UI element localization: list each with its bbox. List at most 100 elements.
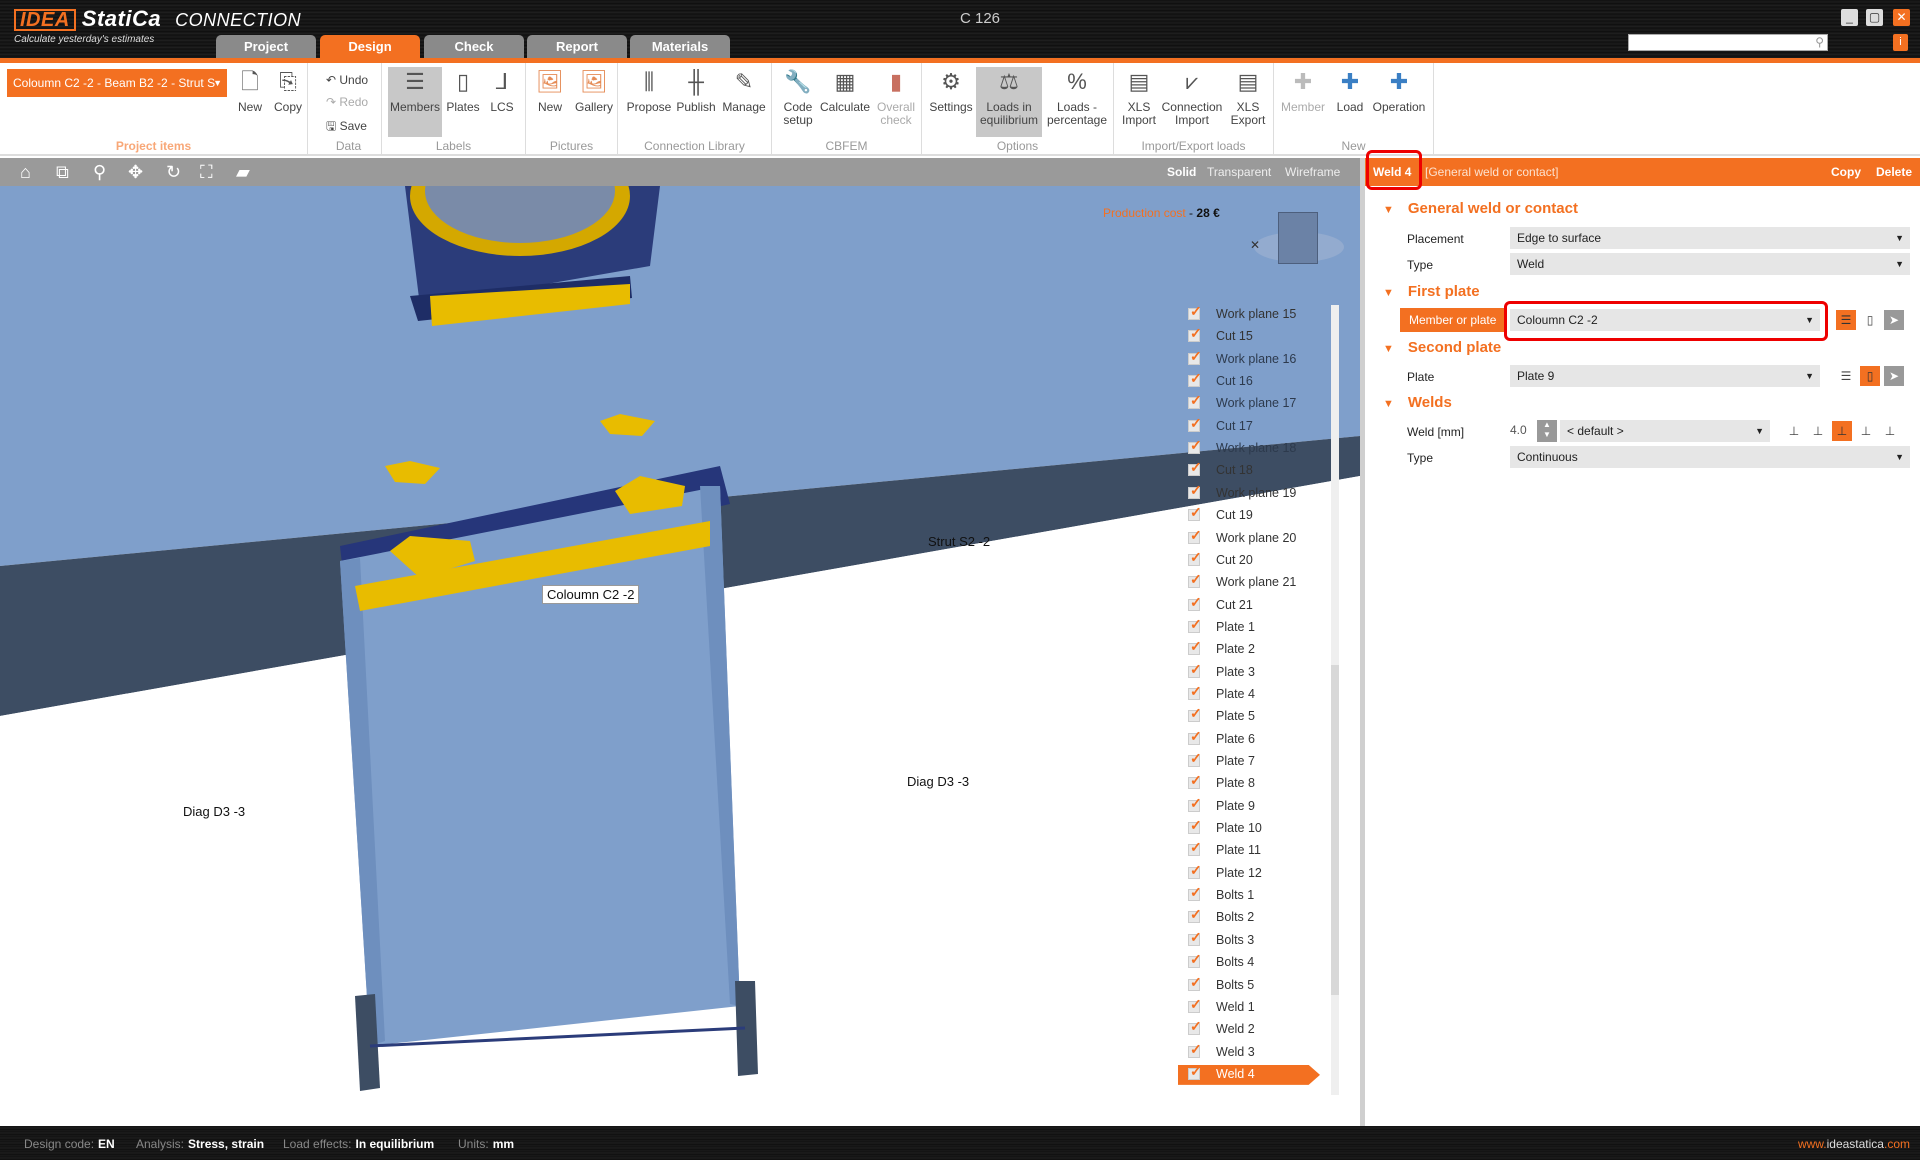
undo-button[interactable]: ↶ Undo bbox=[326, 73, 368, 87]
weld-side-4-button[interactable]: ⊥ bbox=[1880, 421, 1900, 441]
3d-viewport[interactable]: Coloumn C2 -2 Strut S2 -2 Diag D3 -3 Dia… bbox=[0, 186, 1360, 1126]
visibility-checkbox[interactable] bbox=[1188, 839, 1202, 857]
new-operation-button[interactable]: ✚ Operation bbox=[1370, 67, 1428, 114]
weld-type-select[interactable]: Continuous ▼ bbox=[1510, 446, 1910, 468]
type-select[interactable]: Weld ▼ bbox=[1510, 253, 1910, 275]
plate-pick-button[interactable]: ▯ bbox=[1860, 366, 1880, 386]
visibility-checkbox[interactable] bbox=[1188, 996, 1202, 1013]
delete-button[interactable]: Delete bbox=[1876, 165, 1912, 179]
zoom-window-icon[interactable]: ⧉ bbox=[56, 162, 69, 183]
connection-import-button[interactable]: ⩗ Connection Import bbox=[1160, 67, 1224, 127]
weld-size-stepper[interactable]: ▲ ▼ bbox=[1537, 420, 1557, 442]
label-diag-left[interactable]: Diag D3 -3 bbox=[183, 804, 245, 819]
visibility-checkbox[interactable] bbox=[1188, 683, 1202, 700]
tree-item[interactable]: Work plane 19 bbox=[1178, 482, 1328, 504]
calculate-button[interactable]: ▦ Calculate bbox=[818, 67, 872, 114]
navigation-cube[interactable]: ✕ bbox=[1250, 212, 1345, 272]
tree-scrollbar[interactable] bbox=[1331, 305, 1339, 1095]
visibility-checkbox[interactable] bbox=[1188, 728, 1202, 745]
tree-item[interactable]: Weld 2 bbox=[1178, 1018, 1328, 1040]
visibility-checkbox[interactable] bbox=[1188, 1065, 1202, 1080]
manage-button[interactable]: ✎ Manage bbox=[720, 67, 768, 114]
tab-materials[interactable]: Materials bbox=[630, 35, 730, 59]
tab-design[interactable]: Design bbox=[320, 35, 420, 59]
visibility-checkbox[interactable] bbox=[1188, 482, 1202, 499]
new-load-button[interactable]: ✚ Load bbox=[1332, 67, 1368, 114]
visibility-checkbox[interactable] bbox=[1188, 795, 1202, 812]
member-pick-button[interactable]: ☰ bbox=[1836, 310, 1856, 330]
xls-export-button[interactable]: ▤ XLS Export bbox=[1226, 67, 1270, 127]
members-button[interactable]: ☰ Members bbox=[388, 67, 442, 137]
weld-side-1-button[interactable]: ⊥ bbox=[1784, 421, 1804, 441]
redo-button[interactable]: ↷ Redo bbox=[326, 95, 368, 109]
weld-side-3-button[interactable]: ⊥ bbox=[1856, 421, 1876, 441]
settings-button[interactable]: ⚙ Settings bbox=[928, 67, 974, 114]
plate-pick-button[interactable]: ▯ bbox=[1860, 310, 1880, 330]
tree-item[interactable]: Plate 4 bbox=[1178, 683, 1328, 705]
tree-item[interactable]: Plate 8 bbox=[1178, 772, 1328, 794]
new-picture-button[interactable]: 🖼 New bbox=[532, 67, 568, 114]
label-diag-right[interactable]: Diag D3 -3 bbox=[907, 774, 969, 789]
tree-item[interactable]: Cut 18 bbox=[1178, 459, 1328, 481]
fit-icon[interactable]: ⛶ bbox=[200, 162, 213, 183]
tree-item[interactable]: Weld 1 bbox=[1178, 996, 1328, 1018]
maximize-button[interactable]: ▢ bbox=[1866, 9, 1883, 26]
overall-check-button[interactable]: ▮ Overall check bbox=[874, 67, 918, 127]
tree-item[interactable]: Work plane 18 bbox=[1178, 437, 1328, 459]
tree-item[interactable]: Work plane 17 bbox=[1178, 392, 1328, 414]
tree-item[interactable]: Plate 7 bbox=[1178, 750, 1328, 772]
copy-button[interactable]: Copy bbox=[1831, 165, 1861, 179]
tab-check[interactable]: Check bbox=[424, 35, 524, 59]
weld-both-sides-button[interactable]: ⊥ bbox=[1832, 421, 1852, 441]
visibility-checkbox[interactable] bbox=[1188, 817, 1202, 835]
weld-material-select[interactable]: < default > ▼ bbox=[1560, 420, 1770, 442]
visibility-checkbox[interactable] bbox=[1188, 638, 1202, 656]
copy-item-button[interactable]: ⎘ Copy bbox=[270, 67, 306, 114]
label-coloumn[interactable]: Coloumn C2 -2 bbox=[542, 585, 640, 604]
tree-item[interactable]: Plate 12 bbox=[1178, 862, 1328, 884]
visibility-checkbox[interactable] bbox=[1188, 951, 1202, 969]
close-button[interactable]: ✕ bbox=[1893, 9, 1910, 26]
visibility-checkbox[interactable] bbox=[1188, 862, 1202, 879]
visibility-checkbox[interactable] bbox=[1188, 974, 1202, 991]
visibility-checkbox[interactable] bbox=[1188, 392, 1202, 410]
member-pick-button[interactable]: ☰ bbox=[1836, 366, 1856, 386]
visibility-checkbox[interactable] bbox=[1188, 750, 1202, 767]
plates-button[interactable]: ▯ Plates bbox=[444, 67, 482, 114]
loads-percentage-button[interactable]: % Loads - percentage bbox=[1044, 67, 1110, 127]
lcs-button[interactable]: ⅃ LCS bbox=[484, 67, 520, 114]
visibility-checkbox[interactable] bbox=[1188, 303, 1202, 320]
tree-item[interactable]: Bolts 3 bbox=[1178, 929, 1328, 951]
view-mode-solid[interactable]: Solid bbox=[1167, 165, 1196, 179]
tree-item[interactable]: Plate 5 bbox=[1178, 705, 1328, 727]
placement-select[interactable]: Edge to surface ▼ bbox=[1510, 227, 1910, 249]
tree-item[interactable]: Plate 9 bbox=[1178, 795, 1328, 817]
cursor-pick-button[interactable]: ➤ bbox=[1884, 310, 1904, 330]
tree-item[interactable]: Plate 6 bbox=[1178, 728, 1328, 750]
tree-item[interactable]: Weld 4 bbox=[1178, 1064, 1320, 1085]
visibility-checkbox[interactable] bbox=[1188, 370, 1202, 388]
pan-icon[interactable]: ✥ bbox=[128, 162, 143, 183]
visibility-checkbox[interactable] bbox=[1188, 1018, 1202, 1036]
tree-item[interactable]: Cut 19 bbox=[1178, 504, 1328, 526]
visibility-checkbox[interactable] bbox=[1188, 527, 1202, 544]
visibility-checkbox[interactable] bbox=[1188, 437, 1202, 455]
tree-item[interactable]: Plate 3 bbox=[1178, 661, 1328, 683]
tree-item[interactable]: Cut 21 bbox=[1178, 594, 1328, 616]
tree-item[interactable]: Work plane 21 bbox=[1178, 571, 1328, 593]
tree-item[interactable]: Bolts 4 bbox=[1178, 951, 1328, 973]
propose-button[interactable]: ⫼ Propose bbox=[626, 67, 672, 114]
visibility-checkbox[interactable] bbox=[1188, 325, 1202, 343]
visibility-checkbox[interactable] bbox=[1188, 1041, 1202, 1058]
website-link[interactable]: www.ideastatica.com bbox=[1798, 1137, 1910, 1151]
scroll-thumb[interactable] bbox=[1331, 665, 1339, 995]
tree-item[interactable]: Cut 17 bbox=[1178, 415, 1328, 437]
visibility-checkbox[interactable] bbox=[1188, 504, 1202, 522]
visibility-checkbox[interactable] bbox=[1188, 884, 1202, 902]
section-second-plate[interactable]: ▼ Second plate bbox=[1383, 339, 1501, 356]
view-mode-wireframe[interactable]: Wireframe bbox=[1285, 165, 1340, 179]
tree-item[interactable]: Bolts 2 bbox=[1178, 906, 1328, 928]
tree-item[interactable]: Cut 16 bbox=[1178, 370, 1328, 392]
section-first-plate[interactable]: ▼ First plate bbox=[1383, 283, 1480, 300]
visibility-checkbox[interactable] bbox=[1188, 705, 1202, 723]
